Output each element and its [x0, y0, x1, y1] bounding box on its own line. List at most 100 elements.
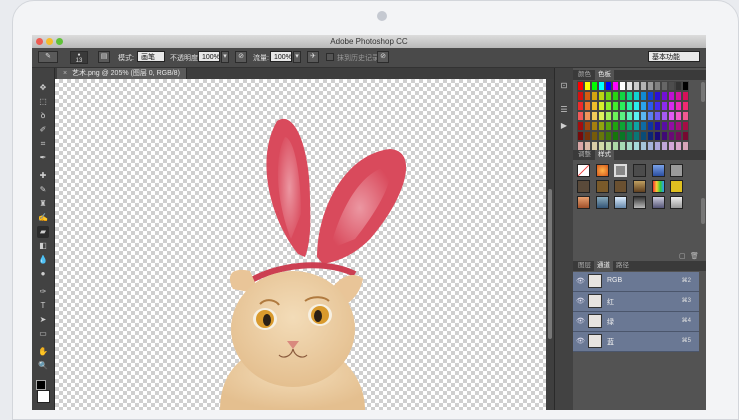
default-colors-icon[interactable] — [36, 380, 46, 390]
visibility-eye-icon[interactable]: 👁 — [576, 297, 585, 305]
delete-style-icon[interactable]: 🗑 — [690, 252, 699, 260]
style-swatch[interactable] — [651, 164, 665, 177]
hand-icon[interactable]: ✋ — [37, 346, 49, 358]
history-panel-icon[interactable]: ⊡ — [558, 80, 570, 92]
tab-color[interactable]: 颜色 — [575, 70, 594, 80]
color-swatch[interactable] — [598, 111, 605, 121]
healing-icon[interactable]: ✚ — [37, 170, 49, 182]
style-swatch[interactable] — [577, 180, 590, 193]
marquee-icon[interactable]: ⬚ — [37, 96, 49, 108]
color-swatch[interactable] — [682, 131, 689, 141]
eyedropper-icon[interactable]: ✒ — [37, 152, 49, 164]
workspace-select[interactable]: 基本功能 — [648, 51, 700, 62]
color-swatch[interactable] — [654, 121, 661, 131]
color-swatch[interactable] — [647, 81, 654, 91]
style-swatch[interactable] — [632, 180, 646, 193]
color-swatch[interactable] — [668, 81, 675, 91]
actions-panel-icon[interactable]: ▶ — [558, 120, 570, 132]
visibility-eye-icon[interactable]: 👁 — [576, 337, 585, 345]
swatches-scrollbar[interactable] — [701, 82, 705, 102]
color-swatch[interactable] — [605, 91, 612, 101]
color-swatch[interactable] — [619, 121, 626, 131]
zoom-icon[interactable]: 🔍 — [37, 360, 49, 372]
style-swatch[interactable] — [595, 180, 609, 193]
color-swatch[interactable] — [640, 131, 647, 141]
color-swatch[interactable] — [612, 81, 619, 91]
type-icon[interactable]: T — [37, 300, 49, 312]
canvas-scroll-thumb[interactable] — [548, 189, 552, 339]
color-swatch[interactable] — [584, 131, 591, 141]
opacity-dropdown-icon[interactable]: ▾ — [221, 51, 229, 63]
style-swatch[interactable] — [670, 164, 684, 177]
color-swatch[interactable] — [682, 101, 689, 111]
color-swatch[interactable] — [584, 121, 591, 131]
color-swatch[interactable] — [584, 111, 591, 121]
color-swatch[interactable] — [647, 131, 654, 141]
color-swatch[interactable] — [619, 111, 626, 121]
lasso-icon[interactable]: ꝺ — [37, 110, 49, 122]
blur-icon[interactable]: 💧 — [37, 254, 49, 266]
color-swatch[interactable] — [626, 101, 633, 111]
color-swatch[interactable] — [605, 101, 612, 111]
color-swatch[interactable] — [647, 121, 654, 131]
channel-row-0[interactable]: 👁 RGB ⌘2 — [573, 272, 699, 292]
color-swatch[interactable] — [633, 111, 640, 121]
color-swatch[interactable] — [661, 101, 668, 111]
color-swatch[interactable] — [640, 81, 647, 91]
color-swatch[interactable] — [640, 121, 647, 131]
pressure-size-icon[interactable]: ⊘ — [377, 51, 389, 63]
tab-paths[interactable]: 路径 — [613, 261, 632, 271]
style-swatch[interactable] — [614, 180, 628, 193]
brush-preset-picker[interactable]: ● 13 — [70, 51, 88, 64]
tab-channels[interactable]: 通道 — [594, 261, 613, 271]
style-swatch[interactable] — [577, 196, 590, 209]
color-swatch[interactable] — [668, 101, 675, 111]
style-swatch[interactable] — [614, 164, 628, 177]
color-swatch[interactable] — [577, 81, 584, 91]
channel-row-1[interactable]: 👁 红 ⌘3 — [573, 292, 699, 312]
color-swatch[interactable] — [626, 121, 633, 131]
color-swatch[interactable] — [654, 91, 661, 101]
new-style-icon[interactable]: ▢ — [679, 252, 686, 260]
style-swatch[interactable] — [670, 180, 684, 193]
color-swatch[interactable] — [633, 91, 640, 101]
color-swatch[interactable] — [577, 131, 584, 141]
color-swatch[interactable] — [591, 101, 598, 111]
color-swatch[interactable] — [675, 121, 682, 131]
shape-icon[interactable]: ▭ — [37, 328, 49, 340]
color-swatch[interactable] — [591, 81, 598, 91]
style-swatch[interactable] — [632, 196, 646, 209]
color-swatch[interactable] — [619, 101, 626, 111]
tab-styles[interactable]: 样式 — [595, 150, 614, 160]
color-swatch[interactable] — [612, 111, 619, 121]
color-swatch[interactable] — [668, 111, 675, 121]
stamp-icon[interactable]: ♜ — [37, 198, 49, 210]
airbrush-icon[interactable]: ✈ — [307, 51, 319, 63]
color-swatch[interactable] — [619, 131, 626, 141]
color-swatch[interactable] — [584, 91, 591, 101]
erase-history-checkbox[interactable] — [326, 53, 334, 61]
style-swatch[interactable] — [632, 164, 646, 177]
color-swatch[interactable] — [605, 81, 612, 91]
color-swatch[interactable] — [675, 101, 682, 111]
color-swatch[interactable] — [668, 121, 675, 131]
style-swatch[interactable] — [595, 196, 609, 209]
color-swatch[interactable] — [654, 81, 661, 91]
color-swatch[interactable] — [675, 81, 682, 91]
flow-input[interactable]: 100% — [270, 51, 292, 62]
channel-row-3[interactable]: 👁 蓝 ⌘5 — [573, 332, 699, 352]
mode-select[interactable]: 画笔 — [137, 51, 165, 62]
color-swatch[interactable] — [675, 131, 682, 141]
color-swatch[interactable] — [626, 91, 633, 101]
color-swatch[interactable] — [584, 101, 591, 111]
channel-row-2[interactable]: 👁 绿 ⌘4 — [573, 312, 699, 332]
tab-close-icon[interactable]: × — [63, 70, 67, 77]
color-swatch[interactable] — [647, 101, 654, 111]
color-swatch[interactable] — [577, 121, 584, 131]
color-swatch[interactable] — [591, 111, 598, 121]
visibility-eye-icon[interactable]: 👁 — [576, 277, 585, 285]
color-swatch[interactable] — [598, 131, 605, 141]
color-swatch[interactable] — [598, 81, 605, 91]
color-swatch[interactable] — [598, 121, 605, 131]
color-swatch[interactable] — [612, 131, 619, 141]
